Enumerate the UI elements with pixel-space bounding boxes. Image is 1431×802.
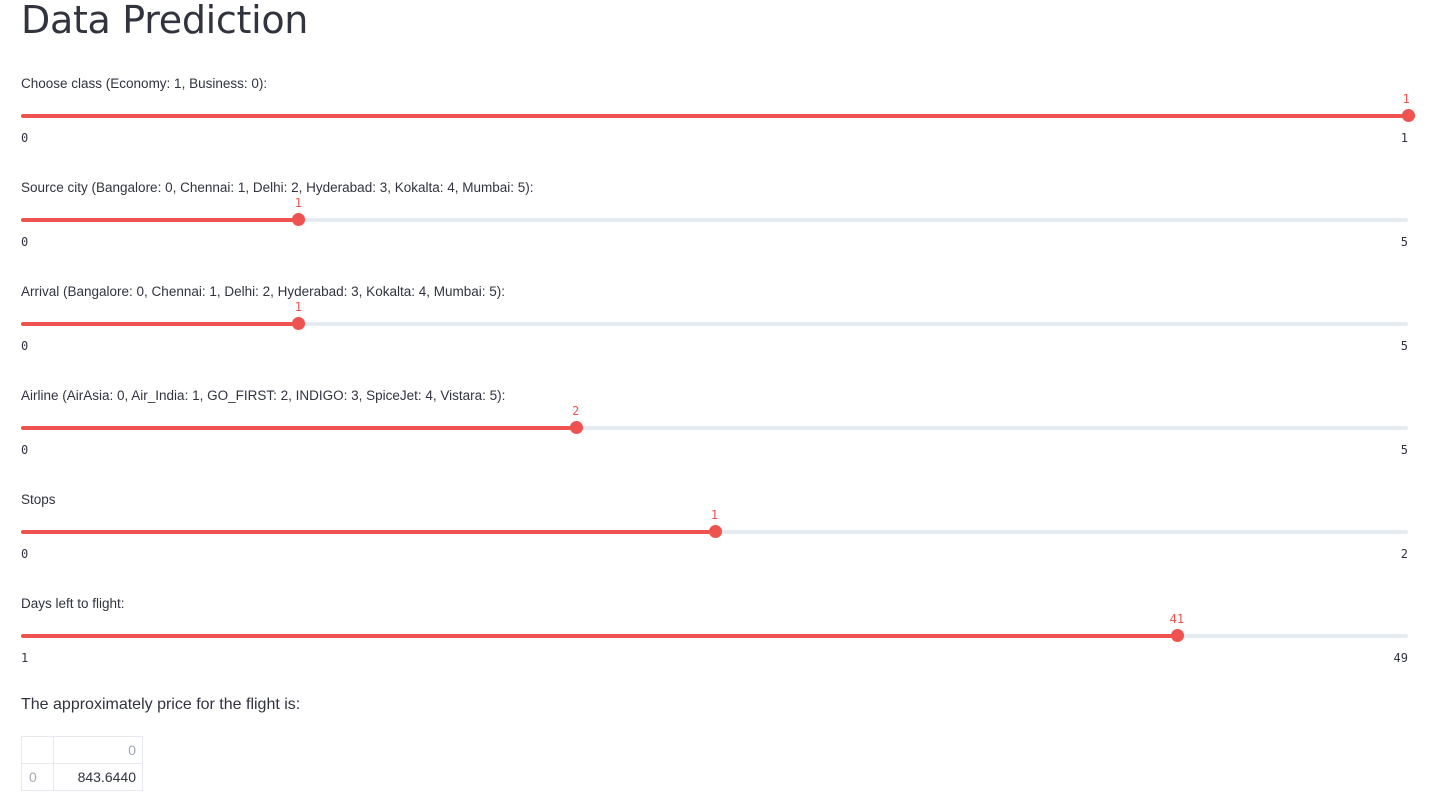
table-row-index: 0 [21,763,54,791]
slider-days-left-thumb[interactable] [1170,629,1184,642]
slider-arrival-label: Arrival (Bangalore: 0, Chennai: 1, Delhi… [21,284,505,299]
slider-arrival-min: 0 [21,339,29,353]
slider-airline-max: 5 [1400,443,1408,457]
slider-source-city-track[interactable]: 1 [21,196,1408,226]
result-text: The approximately price for the flight i… [21,696,301,713]
page-title: Data Prediction [21,0,309,42]
slider-days-left-min: 1 [21,651,29,665]
table-cell-value: 843.6440 [53,763,143,791]
slider-arrival-thumb[interactable] [292,317,306,330]
slider-airline: Airline (AirAsia: 0, Air_India: 1, GO_FI… [21,388,1408,478]
result-dataframe: 0 0 843.6440 [21,736,143,791]
slider-class-value: 1 [1402,92,1410,106]
slider-class-label: Choose class (Economy: 1, Business: 0): [21,76,268,91]
slider-days-left-fill [21,634,1177,638]
slider-source-city-min: 0 [21,235,29,249]
slider-source-city-value: 1 [294,196,303,210]
slider-arrival-track[interactable]: 1 [21,300,1408,330]
slider-stops-max: 2 [1400,547,1408,561]
table-corner-cell [21,736,54,764]
slider-class-thumb[interactable] [1402,109,1415,122]
slider-days-left-value: 41 [1169,612,1185,626]
slider-stops-thumb[interactable] [708,525,722,538]
slider-source-city-thumb[interactable] [292,213,306,226]
table-column-header: 0 [53,736,143,764]
slider-days-left-max: 49 [1393,651,1408,665]
slider-airline-label: Airline (AirAsia: 0, Air_India: 1, GO_FI… [21,388,506,403]
slider-source-city-max: 5 [1400,235,1408,249]
slider-stops-fill [21,530,715,534]
slider-days-left-track[interactable]: 41 [21,612,1408,642]
slider-source-city: Source city (Bangalore: 0, Chennai: 1, D… [21,180,1408,270]
slider-airline-min: 0 [21,443,29,457]
app-page: Data Prediction Choose class (Economy: 1… [0,0,1431,802]
slider-arrival-value: 1 [294,300,303,314]
slider-class: Choose class (Economy: 1, Business: 0): … [21,76,1415,166]
slider-arrival-fill [21,322,299,326]
slider-stops-min: 0 [21,547,29,561]
slider-source-city-label: Source city (Bangalore: 0, Chennai: 1, D… [21,180,534,195]
slider-airline-track[interactable]: 2 [21,404,1408,434]
slider-arrival-max: 5 [1400,339,1408,353]
table-row: 0 843.6440 [21,763,143,791]
slider-days-left-label: Days left to flight: [21,596,125,611]
slider-airline-thumb[interactable] [569,421,583,434]
table-header-row: 0 [21,736,143,764]
slider-airline-fill [21,426,576,430]
slider-source-city-fill [21,218,299,222]
slider-stops-label: Stops [21,492,56,507]
slider-class-track[interactable]: 1 [21,92,1415,122]
slider-class-max: 1 [1400,131,1408,145]
slider-class-min: 0 [21,131,29,145]
slider-airline-value: 2 [572,404,580,418]
slider-stops: Stops 1 0 2 [21,492,1408,582]
slider-class-fill [21,114,1408,118]
slider-days-left: Days left to flight: 41 1 49 [21,596,1408,686]
slider-stops-track[interactable]: 1 [21,508,1408,538]
slider-arrival: Arrival (Bangalore: 0, Chennai: 1, Delhi… [21,284,1408,374]
slider-stops-value: 1 [710,508,719,522]
